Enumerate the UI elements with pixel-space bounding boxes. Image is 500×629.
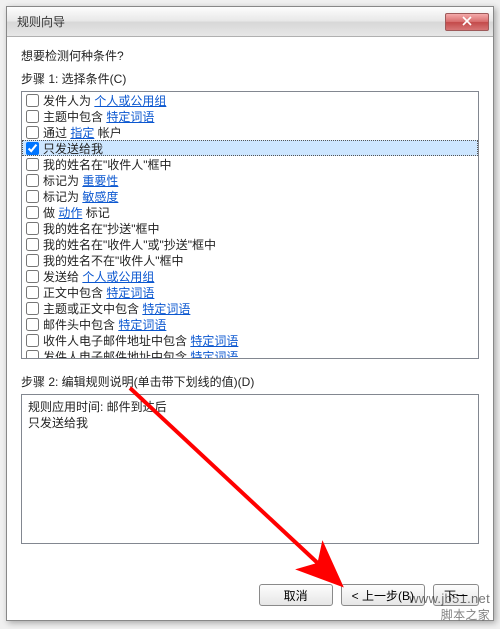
condition-text: 我的姓名在"收件人"或"抄送"框中 [43, 236, 216, 253]
description-line: 规则应用时间: 邮件到达后 [28, 399, 472, 415]
condition-link[interactable]: 动作 [58, 206, 82, 220]
condition-link[interactable]: 个人或公用组 [82, 270, 154, 284]
condition-checkbox[interactable] [26, 190, 39, 203]
condition-link[interactable]: 敏感度 [82, 190, 118, 204]
step2-label: 步骤 2: 编辑规则说明(单击带下划线的值)(D) [21, 373, 479, 390]
condition-row[interactable]: 我的姓名不在"收件人"框中 [22, 252, 478, 268]
condition-text: 我的姓名在"抄送"框中 [43, 220, 160, 237]
condition-text: 发件人为 个人或公用组 [43, 92, 166, 109]
condition-link[interactable]: 重要性 [82, 174, 118, 188]
condition-checkbox[interactable] [26, 206, 39, 219]
condition-text: 标记为 敏感度 [43, 188, 118, 205]
condition-text: 只发送给我 [43, 140, 103, 157]
condition-text: 发件人电子邮件地址中包含 特定词语 [43, 348, 238, 360]
description-line: 只发送给我 [28, 415, 472, 431]
condition-row[interactable]: 标记为 敏感度 [22, 188, 478, 204]
condition-link[interactable]: 特定词语 [142, 302, 190, 316]
condition-link[interactable]: 个人或公用组 [94, 94, 166, 108]
condition-row[interactable]: 标记为 重要性 [22, 172, 478, 188]
condition-checkbox[interactable] [26, 334, 39, 347]
question-text: 想要检测何种条件? [21, 47, 479, 64]
condition-row[interactable]: 发送给 个人或公用组 [22, 268, 478, 284]
condition-text: 我的姓名在"收件人"框中 [43, 156, 172, 173]
condition-row[interactable]: 我的姓名在"收件人"框中 [22, 156, 478, 172]
condition-text: 通过 指定 帐户 [43, 124, 122, 141]
condition-text: 发送给 个人或公用组 [43, 268, 154, 285]
condition-link[interactable]: 特定词语 [106, 286, 154, 300]
condition-row[interactable]: 我的姓名在"收件人"或"抄送"框中 [22, 236, 478, 252]
condition-row[interactable]: 正文中包含 特定词语 [22, 284, 478, 300]
condition-checkbox[interactable] [26, 350, 39, 360]
condition-row[interactable]: 邮件头中包含 特定词语 [22, 316, 478, 332]
condition-checkbox[interactable] [26, 238, 39, 251]
condition-row[interactable]: 收件人电子邮件地址中包含 特定词语 [22, 332, 478, 348]
condition-checkbox[interactable] [26, 318, 39, 331]
condition-text: 收件人电子邮件地址中包含 特定词语 [43, 332, 238, 349]
condition-text: 邮件头中包含 特定词语 [43, 316, 166, 333]
back-button[interactable]: < 上一步(B) [341, 584, 425, 606]
condition-text: 我的姓名不在"收件人"框中 [43, 252, 184, 269]
condition-link[interactable]: 特定词语 [190, 334, 238, 348]
condition-checkbox[interactable] [26, 302, 39, 315]
condition-link[interactable]: 特定词语 [118, 318, 166, 332]
condition-checkbox[interactable] [26, 222, 39, 235]
close-button[interactable] [445, 13, 489, 31]
condition-checkbox[interactable] [26, 142, 39, 155]
condition-checkbox[interactable] [26, 174, 39, 187]
condition-text: 标记为 重要性 [43, 172, 118, 189]
step1-label: 步骤 1: 选择条件(C) [21, 70, 479, 87]
button-bar: 取消 < 上一步(B) 下一 [259, 584, 479, 606]
condition-text: 主题中包含 特定词语 [43, 108, 154, 125]
condition-row[interactable]: 发件人电子邮件地址中包含 特定词语 [22, 348, 478, 359]
condition-row[interactable]: 我的姓名在"抄送"框中 [22, 220, 478, 236]
condition-text: 正文中包含 特定词语 [43, 284, 154, 301]
rule-description-box[interactable]: 规则应用时间: 邮件到达后 只发送给我 [21, 394, 479, 544]
dialog-content: 想要检测何种条件? 步骤 1: 选择条件(C) 发件人为 个人或公用组主题中包含… [7, 37, 493, 556]
condition-row[interactable]: 主题或正文中包含 特定词语 [22, 300, 478, 316]
condition-row[interactable]: 发件人为 个人或公用组 [22, 92, 478, 108]
condition-checkbox[interactable] [26, 270, 39, 283]
condition-text: 主题或正文中包含 特定词语 [43, 300, 190, 317]
titlebar[interactable]: 规则向导 [7, 7, 493, 37]
condition-link[interactable]: 特定词语 [106, 110, 154, 124]
condition-checkbox[interactable] [26, 254, 39, 267]
condition-link[interactable]: 特定词语 [190, 350, 238, 360]
cancel-button[interactable]: 取消 [259, 584, 333, 606]
condition-row[interactable]: 只发送给我 [22, 140, 478, 156]
condition-row[interactable]: 主题中包含 特定词语 [22, 108, 478, 124]
window-title: 规则向导 [17, 13, 65, 30]
condition-row[interactable]: 通过 指定 帐户 [22, 124, 478, 140]
conditions-listbox[interactable]: 发件人为 个人或公用组主题中包含 特定词语通过 指定 帐户只发送给我我的姓名在"… [21, 91, 479, 359]
condition-row[interactable]: 做 动作 标记 [22, 204, 478, 220]
next-button[interactable]: 下一 [433, 584, 479, 606]
close-icon [462, 15, 472, 29]
condition-checkbox[interactable] [26, 110, 39, 123]
condition-checkbox[interactable] [26, 126, 39, 139]
condition-checkbox[interactable] [26, 286, 39, 299]
condition-checkbox[interactable] [26, 158, 39, 171]
condition-text: 做 动作 标记 [43, 204, 110, 221]
dialog-window: 规则向导 想要检测何种条件? 步骤 1: 选择条件(C) 发件人为 个人或公用组… [6, 6, 494, 621]
condition-link[interactable]: 指定 [70, 126, 94, 140]
condition-checkbox[interactable] [26, 94, 39, 107]
